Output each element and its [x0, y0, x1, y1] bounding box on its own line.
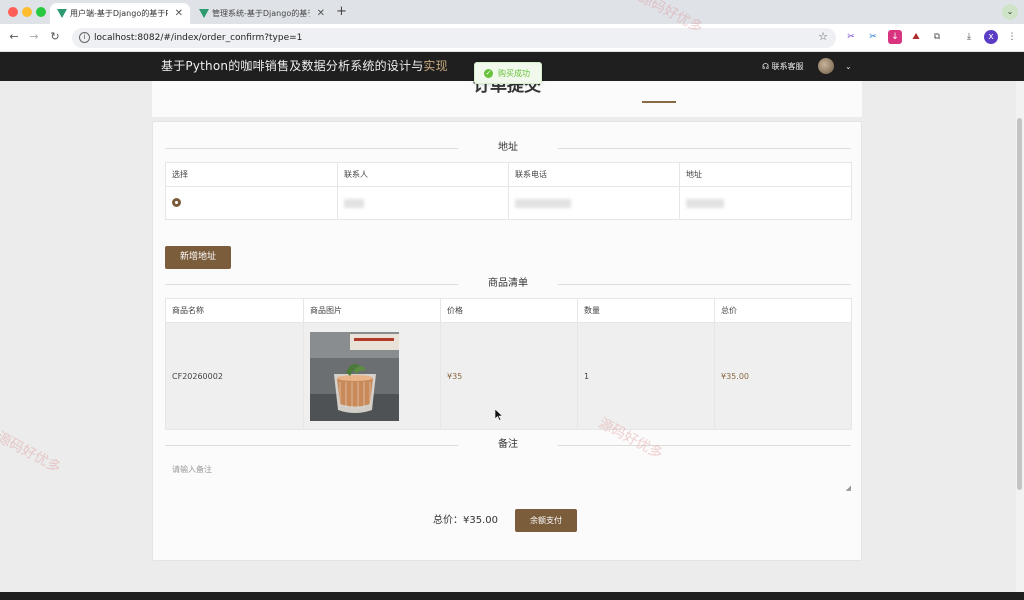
redacted-phone [515, 198, 571, 208]
download-icon[interactable]: ⤓ [962, 30, 976, 44]
footer-bar [0, 592, 1024, 600]
table-header-row: 商品名称 商品图片 价格 数量 总价 [165, 298, 852, 323]
page-title-card: 订单提交 [152, 76, 862, 117]
window-minimize-button[interactable] [22, 7, 32, 17]
table-header-row: 选择 联系人 联系电话 地址 [165, 162, 852, 187]
browser-tab-admin[interactable]: 管理系统-基于Django的基于Py ✕ [192, 3, 332, 24]
price-cell: ¥35 [440, 322, 578, 430]
quantity-cell: 1 [577, 322, 715, 430]
balance-pay-button[interactable]: 余额支付 [515, 509, 577, 532]
title-underline [642, 101, 676, 103]
total-amount: ¥35.00 [463, 515, 498, 526]
column-header: 商品图片 [303, 298, 441, 323]
menu-icon[interactable]: ⋮ [1005, 30, 1019, 44]
site-info-icon[interactable]: i [79, 32, 90, 43]
mouse-cursor-icon [495, 409, 503, 421]
column-header: 价格 [440, 298, 578, 323]
phone-cell [508, 186, 680, 220]
browser-tab-bar: 用户端-基于Django的基于Pyth ✕ 管理系统-基于Django的基于Py… [0, 0, 1024, 24]
address-table: 选择 联系人 联系电话 地址 [165, 162, 852, 220]
goods-section-heading: 商品清单 [165, 277, 851, 291]
close-icon[interactable]: ✕ [175, 3, 183, 24]
column-header: 总价 [714, 298, 852, 323]
reload-icon[interactable]: ↻ [48, 30, 62, 43]
column-header: 联系人 [337, 162, 509, 187]
back-icon[interactable]: ← [7, 30, 21, 43]
goods-section-title: 商品清单 [458, 277, 558, 291]
product-name-cell: CF20260002 [165, 322, 304, 430]
scrollbar-thumb[interactable] [1017, 118, 1022, 490]
order-total: 总价：¥35.00 [433, 514, 498, 528]
column-header: 商品名称 [165, 298, 304, 323]
address-cell [679, 186, 852, 220]
remark-textarea[interactable]: 请输入备注 ◢ [165, 459, 851, 492]
window-close-button[interactable] [8, 7, 18, 17]
goods-table: 商品名称 商品图片 价格 数量 总价 CF20260002 ¥35 1 ¥35.… [165, 298, 852, 430]
address-radio[interactable] [172, 197, 181, 207]
table-row: CF20260002 ¥35 1 ¥35.00 [165, 322, 852, 430]
close-icon[interactable]: ✕ [317, 3, 325, 24]
forward-icon[interactable]: → [27, 30, 41, 43]
column-header: 数量 [577, 298, 715, 323]
coffee-drink-image [310, 331, 399, 421]
column-header: 联系电话 [508, 162, 680, 187]
new-tab-icon[interactable]: + [336, 3, 347, 21]
redacted-address [686, 198, 724, 208]
vue-logo-icon [57, 9, 67, 18]
contact-cell [337, 186, 509, 220]
redacted-contact [344, 198, 364, 208]
toast-message: 购买成功 [498, 69, 530, 78]
chevron-down-icon[interactable]: ⌄ [1002, 4, 1018, 20]
extension-icon[interactable]: ↓ [888, 30, 902, 44]
resize-grip-icon[interactable]: ◢ [846, 484, 851, 492]
contact-service-label: 联系客服 [771, 62, 804, 71]
extension-icon[interactable]: ⛰ [909, 30, 923, 44]
bookmark-star-icon[interactable]: ☆ [818, 30, 828, 43]
extension-icon[interactable]: ✂ [844, 30, 858, 44]
tab-title: 管理系统-基于Django的基于Py [212, 9, 310, 18]
vue-logo-icon [199, 9, 209, 18]
browser-tab-user[interactable]: 用户端-基于Django的基于Pyth ✕ [50, 3, 190, 24]
url-text: localhost:8082/#/index/order_confirm?typ… [94, 33, 303, 43]
table-row[interactable] [165, 186, 852, 220]
headset-icon: ☊ [762, 62, 770, 71]
success-toast: ✓ 购买成功 [474, 62, 542, 84]
add-address-button[interactable]: 新增地址 [165, 246, 231, 269]
tab-title: 用户端-基于Django的基于Pyth [70, 9, 168, 18]
column-header: 选择 [165, 162, 338, 187]
url-field[interactable]: i localhost:8082/#/index/order_confirm?t… [72, 28, 836, 48]
order-card: 地址 选择 联系人 联系电话 地址 新增地址 商品清单 商品名称 商品图片 价格… [152, 121, 862, 561]
remark-section-title: 备注 [458, 438, 558, 452]
total-cell: ¥35.00 [714, 322, 852, 430]
remark-placeholder: 请输入备注 [172, 465, 212, 474]
product-image-cell [303, 322, 441, 430]
extension-icon[interactable]: ✂ [866, 30, 880, 44]
check-icon: ✓ [484, 69, 493, 78]
select-cell[interactable] [165, 186, 338, 220]
column-header: 地址 [679, 162, 852, 187]
address-bar: ← → ↻ i localhost:8082/#/index/order_con… [0, 24, 1024, 52]
total-label: 总价： [433, 515, 463, 526]
puzzle-icon[interactable]: ⧉ [930, 30, 944, 44]
profile-icon[interactable]: x [984, 30, 998, 44]
window-maximize-button[interactable] [36, 7, 46, 17]
remark-section-heading: 备注 [165, 438, 851, 452]
address-section-heading: 地址 [165, 141, 851, 155]
address-section-title: 地址 [458, 141, 558, 155]
